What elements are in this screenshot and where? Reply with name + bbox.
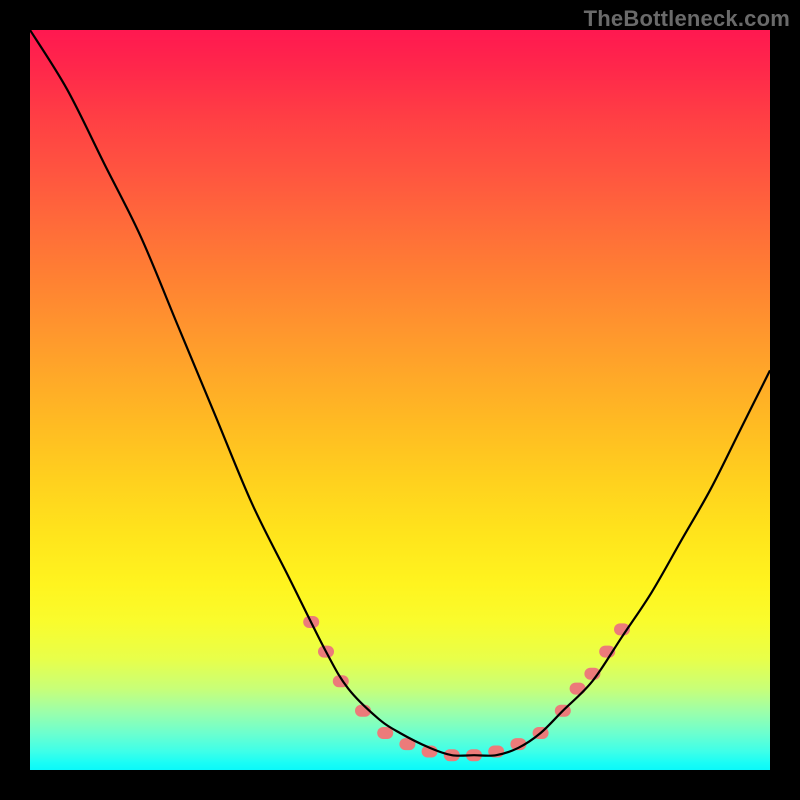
plot-gradient-background (30, 30, 770, 770)
outer-frame: TheBottleneck.com (0, 0, 800, 800)
attribution-label: TheBottleneck.com (584, 6, 790, 32)
